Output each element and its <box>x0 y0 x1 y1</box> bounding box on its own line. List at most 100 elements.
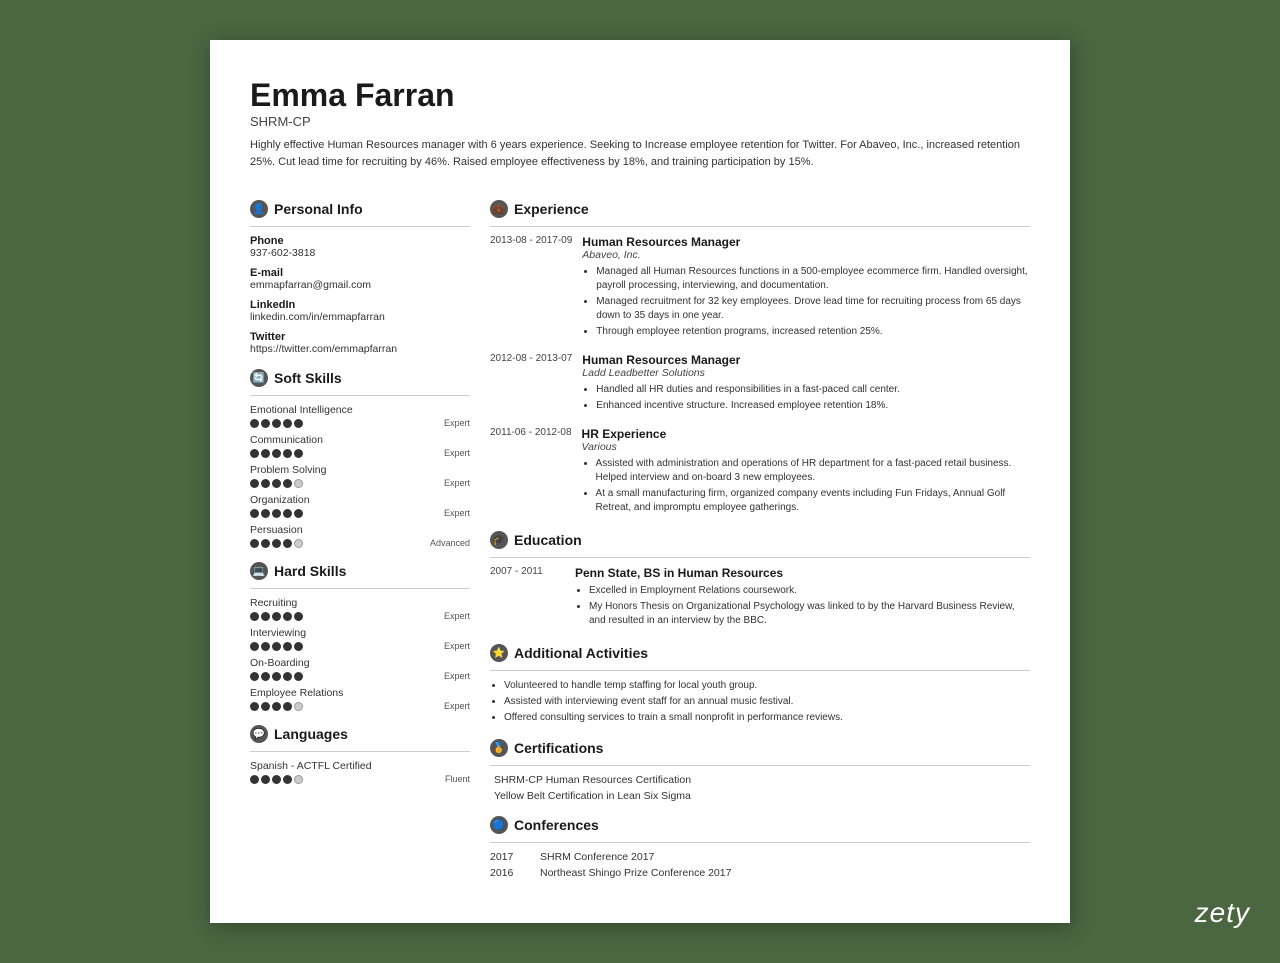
experience-list: 2013-08 - 2017-09 Human Resources Manage… <box>490 235 1030 517</box>
experience-header: 💼 Experience <box>490 200 1030 218</box>
languages-list: Spanish - ACTFL Certified Fluent <box>250 760 470 784</box>
personal-info-title: Personal Info <box>274 201 363 217</box>
email-value: emmapfarran@gmail.com <box>250 279 470 291</box>
certifications-icon: 🏅 <box>490 739 508 757</box>
exp-job-title: Human Resources Manager <box>582 235 1030 249</box>
skill-item: Persuasion Advanced <box>250 524 470 548</box>
exp-company: Ladd Leadbetter Solutions <box>582 367 1030 379</box>
email-block: E-mail emmapfarran@gmail.com <box>250 267 470 291</box>
edu-dates: 2007 - 2011 <box>490 566 565 630</box>
exp-dates: 2011-06 - 2012-08 <box>490 427 572 517</box>
languages-icon: 💬 <box>250 725 268 743</box>
education-title: Education <box>514 532 582 548</box>
personal-info-icon: 👤 <box>250 200 268 218</box>
activities-bullets: Volunteered to handle temp staffing for … <box>490 679 1030 725</box>
skill-level: Expert <box>444 478 470 488</box>
skill-level: Expert <box>444 671 470 681</box>
linkedin-value: linkedin.com/in/emmapfarran <box>250 311 470 323</box>
experience-icon: 💼 <box>490 200 508 218</box>
soft-skills-list: Emotional Intelligence Expert Communicat… <box>250 404 470 548</box>
education-icon: 🎓 <box>490 531 508 549</box>
conf-year: 2016 <box>490 867 530 879</box>
skill-item: Organization Expert <box>250 494 470 518</box>
experience-item: 2013-08 - 2017-09 Human Resources Manage… <box>490 235 1030 341</box>
twitter-value: https://twitter.com/emmapfarran <box>250 343 470 355</box>
skill-name: Employee Relations <box>250 687 470 699</box>
skill-item: Problem Solving Expert <box>250 464 470 488</box>
conferences-title: Conferences <box>514 817 599 833</box>
skill-name: Emotional Intelligence <box>250 404 470 416</box>
personal-info-divider <box>250 226 470 227</box>
skill-name: Spanish - ACTFL Certified <box>250 760 470 772</box>
skill-name: Recruiting <box>250 597 470 609</box>
skill-item: Emotional Intelligence Expert <box>250 404 470 428</box>
skill-name: On-Boarding <box>250 657 470 669</box>
skill-level: Advanced <box>430 538 470 548</box>
activity-item: Volunteered to handle temp staffing for … <box>504 679 1030 693</box>
hard-skills-divider <box>250 588 470 589</box>
exp-job-title: HR Experience <box>582 427 1030 441</box>
exp-content: Human Resources Manager Ladd Leadbetter … <box>582 353 1030 415</box>
conferences-divider <box>490 842 1030 843</box>
certification-item: SHRM-CP Human Resources Certification <box>490 774 1030 786</box>
conference-item: 2016 Northeast Shingo Prize Conference 2… <box>490 867 1030 879</box>
activities-divider <box>490 670 1030 671</box>
phone-value: 937-602-3818 <box>250 247 470 259</box>
certifications-title: Certifications <box>514 740 603 756</box>
certifications-header: 🏅 Certifications <box>490 739 1030 757</box>
twitter-label: Twitter <box>250 331 470 343</box>
edu-degree: Penn State, BS in Human Resources <box>575 566 1030 580</box>
exp-company: Abaveo, Inc. <box>582 249 1030 261</box>
languages-header: 💬 Languages <box>250 725 470 743</box>
languages-divider <box>250 751 470 752</box>
linkedin-label: LinkedIn <box>250 299 470 311</box>
conf-name: Northeast Shingo Prize Conference 2017 <box>540 867 731 879</box>
exp-job-title: Human Resources Manager <box>582 353 1030 367</box>
right-column: 💼 Experience 2013-08 - 2017-09 Human Res… <box>490 186 1030 883</box>
skill-item: Interviewing Expert <box>250 627 470 651</box>
conferences-list: 2017 SHRM Conference 2017 2016 Northeast… <box>490 851 1030 879</box>
certifications-divider <box>490 765 1030 766</box>
skill-level: Expert <box>444 641 470 651</box>
soft-skills-divider <box>250 395 470 396</box>
twitter-block: Twitter https://twitter.com/emmapfarran <box>250 331 470 355</box>
hard-skills-title: Hard Skills <box>274 563 346 579</box>
linkedin-block: LinkedIn linkedin.com/in/emmapfarran <box>250 299 470 323</box>
edu-content: Penn State, BS in Human Resources Excell… <box>575 566 1030 630</box>
conferences-header: 🔵 Conferences <box>490 816 1030 834</box>
certifications-list: SHRM-CP Human Resources Certification Yel… <box>490 774 1030 802</box>
activities-list: Volunteered to handle temp staffing for … <box>490 679 1030 725</box>
exp-bullets: Managed all Human Resources functions in… <box>582 265 1030 339</box>
skill-level: Expert <box>444 701 470 711</box>
conference-item: 2017 SHRM Conference 2017 <box>490 851 1030 863</box>
activities-icon: ⭐ <box>490 644 508 662</box>
activities-title: Additional Activities <box>514 645 648 661</box>
languages-title: Languages <box>274 726 348 742</box>
phone-label: Phone <box>250 235 470 247</box>
skill-name: Interviewing <box>250 627 470 639</box>
edu-bullets: Excelled in Employment Relations coursew… <box>575 584 1030 628</box>
exp-bullets: Assisted with administration and operati… <box>582 457 1030 515</box>
education-item: 2007 - 2011 Penn State, BS in Human Reso… <box>490 566 1030 630</box>
hard-skills-icon: 💻 <box>250 562 268 580</box>
experience-title: Experience <box>514 201 589 217</box>
skill-level: Expert <box>444 448 470 458</box>
personal-info-header: 👤 Personal Info <box>250 200 470 218</box>
education-header: 🎓 Education <box>490 531 1030 549</box>
skill-level: Expert <box>444 418 470 428</box>
zety-logo: zety <box>1195 897 1250 929</box>
skill-name: Communication <box>250 434 470 446</box>
skill-level: Expert <box>444 611 470 621</box>
activity-item: Assisted with interviewing event staff f… <box>504 695 1030 709</box>
soft-skills-icon: 🔄 <box>250 369 268 387</box>
soft-skills-title: Soft Skills <box>274 370 342 386</box>
left-column: 👤 Personal Info Phone 937-602-3818 E-mai… <box>250 186 470 883</box>
phone-block: Phone 937-602-3818 <box>250 235 470 259</box>
exp-bullets: Handled all HR duties and responsibiliti… <box>582 383 1030 413</box>
certification-item: Yellow Belt Certification in Lean Six Si… <box>490 790 1030 802</box>
candidate-title: SHRM-CP <box>250 114 1030 129</box>
skill-item: On-Boarding Expert <box>250 657 470 681</box>
two-column-layout: 👤 Personal Info Phone 937-602-3818 E-mai… <box>250 186 1030 883</box>
exp-content: Human Resources Manager Abaveo, Inc. Man… <box>582 235 1030 341</box>
exp-dates: 2013-08 - 2017-09 <box>490 235 572 341</box>
